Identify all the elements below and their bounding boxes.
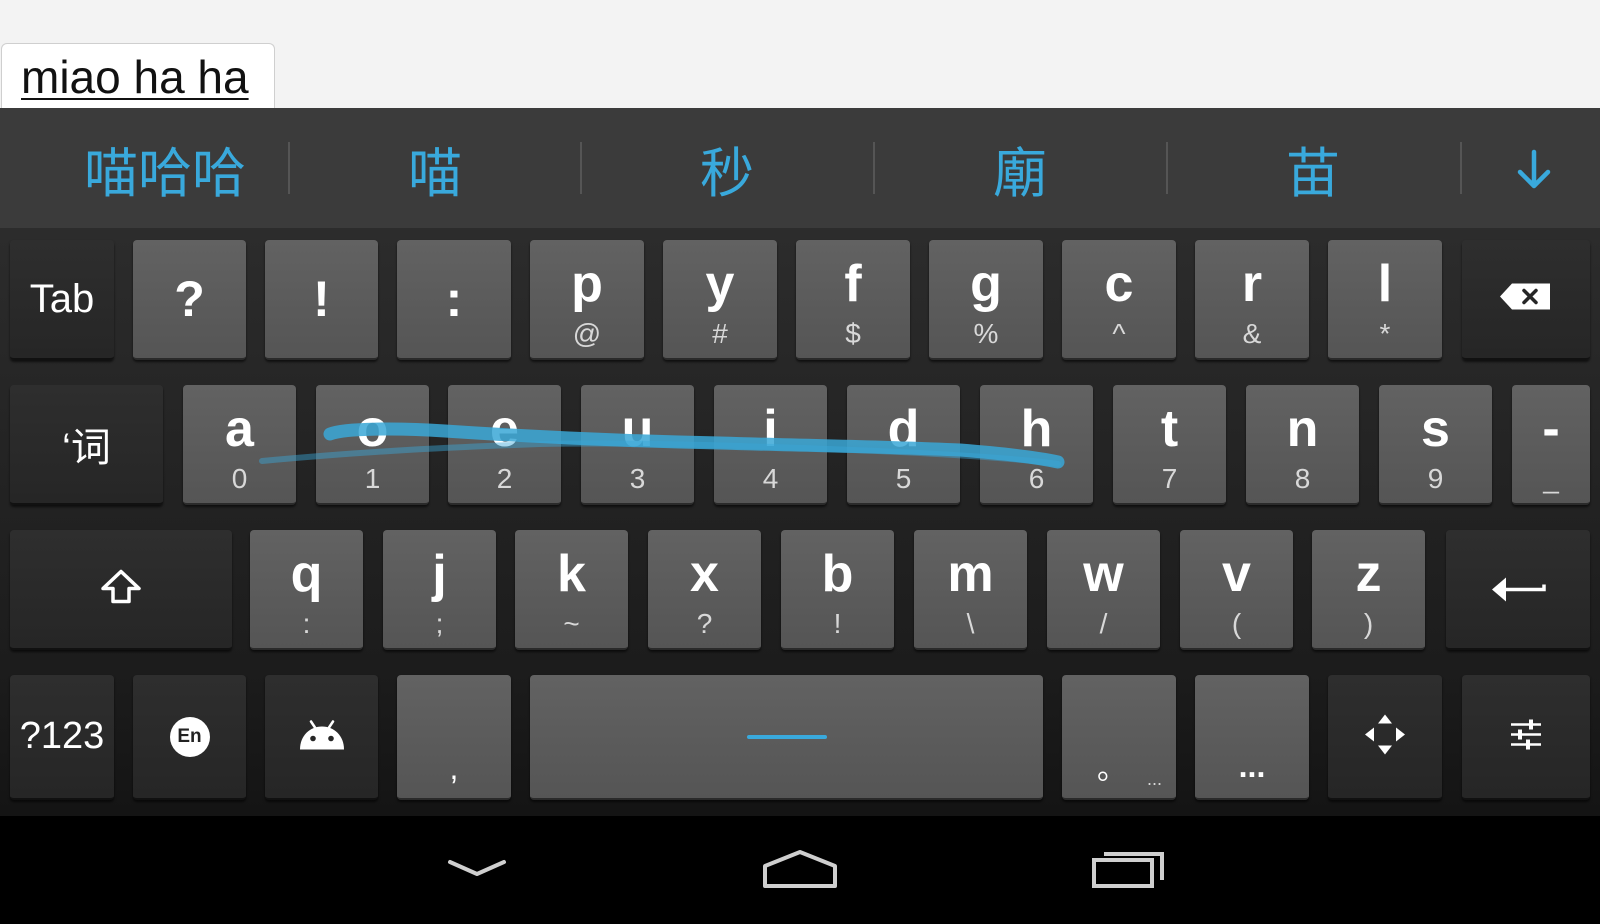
key-b[interactable]: b ! bbox=[781, 530, 894, 650]
key-x[interactable]: x ? bbox=[648, 530, 761, 650]
arrow-down-icon[interactable] bbox=[1510, 146, 1558, 194]
key-m[interactable]: m \ bbox=[914, 530, 1027, 650]
key-p[interactable]: p @ bbox=[530, 240, 644, 360]
key-r[interactable]: r & bbox=[1195, 240, 1309, 360]
settings-sliders-icon bbox=[1509, 718, 1543, 755]
key-question[interactable]: ? bbox=[133, 240, 246, 360]
key-y[interactable]: y # bbox=[663, 240, 777, 360]
key-q[interactable]: q : bbox=[250, 530, 363, 650]
key-t[interactable]: t 7 bbox=[1113, 385, 1226, 505]
symbols-key[interactable]: ?123 bbox=[10, 675, 114, 800]
key-u[interactable]: u 3 bbox=[581, 385, 694, 505]
key-n[interactable]: n 8 bbox=[1246, 385, 1359, 505]
key-h[interactable]: h 6 bbox=[980, 385, 1093, 505]
space-icon bbox=[746, 734, 827, 739]
candidate-2[interactable]: 秒 bbox=[582, 108, 872, 228]
key-a[interactable]: a 0 bbox=[183, 385, 296, 505]
shift-key[interactable] bbox=[10, 530, 232, 650]
home-icon[interactable] bbox=[745, 836, 855, 906]
key-g[interactable]: g % bbox=[929, 240, 1043, 360]
key-c[interactable]: c ^ bbox=[1062, 240, 1176, 360]
key-j[interactable]: j ; bbox=[383, 530, 496, 650]
recent-apps-icon[interactable] bbox=[1070, 836, 1180, 906]
settings-key[interactable] bbox=[1462, 675, 1590, 800]
move-cursor-key[interactable] bbox=[1328, 675, 1442, 800]
key-l[interactable]: l * bbox=[1328, 240, 1442, 360]
soft-keyboard: Tab ? ! : p @ y # f $ g % c ^ r & l * ‘词… bbox=[0, 228, 1600, 816]
shift-icon bbox=[99, 569, 143, 610]
key-f[interactable]: f $ bbox=[796, 240, 910, 360]
key-s[interactable]: s 9 bbox=[1379, 385, 1492, 505]
key-v[interactable]: v ( bbox=[1180, 530, 1293, 650]
back-chevron-down-icon[interactable] bbox=[422, 836, 532, 906]
tab-key[interactable]: Tab bbox=[10, 240, 114, 360]
move-cursor-icon bbox=[1363, 712, 1407, 761]
backspace-icon bbox=[1500, 282, 1552, 317]
key-colon[interactable]: : bbox=[397, 240, 511, 360]
candidate-4[interactable]: 苗 bbox=[1168, 108, 1458, 228]
key-o[interactable]: o 1 bbox=[316, 385, 429, 505]
key-i[interactable]: i 4 bbox=[714, 385, 827, 505]
candidate-0[interactable]: 喵哈哈 bbox=[40, 108, 290, 228]
navigation-bar bbox=[0, 816, 1600, 924]
key-ellipsis[interactable]: ... bbox=[1195, 675, 1309, 800]
key-w[interactable]: w / bbox=[1047, 530, 1160, 650]
key-period[interactable]: 。 ... bbox=[1062, 675, 1176, 800]
composing-text-field[interactable]: miao ha ha bbox=[1, 43, 275, 109]
candidate-bar: 喵哈哈 喵 秒 廟 苗 bbox=[0, 108, 1600, 228]
enter-icon bbox=[1490, 571, 1546, 608]
emoji-key[interactable] bbox=[265, 675, 378, 800]
language-switch-key[interactable]: En bbox=[133, 675, 246, 800]
android-emoji-icon bbox=[298, 717, 346, 756]
key-comma[interactable]: , bbox=[397, 675, 511, 800]
key-d[interactable]: d 5 bbox=[847, 385, 960, 505]
key-k[interactable]: k ~ bbox=[515, 530, 628, 650]
candidate-divider bbox=[1460, 142, 1462, 194]
composing-text: miao ha ha bbox=[21, 51, 249, 103]
key-z[interactable]: z ) bbox=[1312, 530, 1425, 650]
candidate-1[interactable]: 喵 bbox=[290, 108, 580, 228]
space-bar[interactable] bbox=[530, 675, 1043, 800]
app-content-area: miao ha ha bbox=[0, 0, 1600, 109]
backspace-key[interactable] bbox=[1462, 240, 1590, 360]
candidate-3[interactable]: 廟 bbox=[875, 108, 1165, 228]
enter-key[interactable] bbox=[1446, 530, 1590, 650]
word-segment-key[interactable]: ‘词 bbox=[10, 385, 163, 505]
key-exclamation[interactable]: ! bbox=[265, 240, 378, 360]
key-e[interactable]: e 2 bbox=[448, 385, 561, 505]
key-hyphen[interactable]: - _ bbox=[1512, 385, 1590, 505]
language-switch-icon: En bbox=[169, 716, 210, 757]
